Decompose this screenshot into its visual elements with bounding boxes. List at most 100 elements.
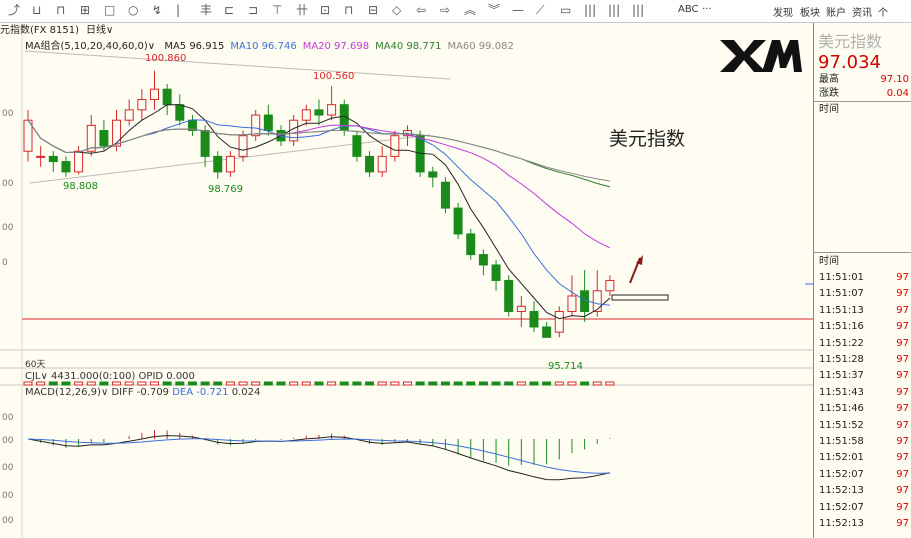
volume-bar (478, 381, 488, 386)
candle-body (175, 104, 185, 121)
volume-bar (428, 381, 438, 386)
circle-icon[interactable]: ○ (128, 3, 138, 17)
time-header: 时间 (819, 256, 839, 267)
ma-value-ma5: MA5 96.915 (164, 41, 225, 52)
macd-axis-label: 00 (2, 436, 14, 446)
candle-body (61, 161, 71, 173)
box-icon[interactable]: ▭ (560, 3, 571, 17)
double-down-icon[interactable]: ︾ (488, 3, 500, 17)
tick-row: 11:51:07 97 (819, 286, 909, 302)
symbol-label[interactable]: 元指数(FX 8151) (0, 25, 79, 37)
time-label: 时间 (819, 104, 839, 115)
candle-body (327, 104, 337, 116)
xm-logo (718, 36, 804, 76)
grid-icon[interactable]: ⊞ (80, 3, 90, 17)
annotation-high2: 100.560 (313, 71, 355, 82)
left-icon[interactable]: ⇦ (416, 3, 426, 17)
macd-legend[interactable]: MACD(12,26,9)∨ DIFF -0.709 DEA -0.721 0.… (25, 387, 260, 399)
bars2-icon[interactable]: ||| (608, 3, 620, 17)
menu-item-0[interactable]: 发现 (773, 4, 793, 19)
volume-bar (592, 381, 602, 386)
volume-bar (516, 381, 526, 386)
diamond-icon[interactable]: ◇ (392, 3, 401, 17)
tick-time: 11:52:13 (819, 518, 864, 529)
ma-value-ma10: MA10 96.746 (230, 41, 297, 52)
rect-icon[interactable]: 卄 (296, 3, 308, 17)
back-icon[interactable]: ⤴ (8, 3, 20, 17)
tick-time: 11:51:16 (819, 321, 864, 333)
pen-icon[interactable]: ⟋ (536, 3, 544, 17)
ma-values: MA5 96.915 MA10 96.746 MA20 97.698 MA40 98.… (158, 41, 514, 52)
days-label: 60天 (25, 360, 46, 370)
channel-icon[interactable]: ⊏ (224, 3, 234, 17)
draw-icon[interactable]: ↯ (152, 3, 162, 17)
tick-time: 11:51:28 (819, 354, 864, 365)
period-selector[interactable]: 日线∨ (86, 25, 113, 37)
tick-value: 97 (896, 452, 909, 464)
panel-title: 美元指数 (818, 32, 883, 51)
menu-item-4[interactable]: 个 (878, 4, 888, 19)
trend-line (24, 50, 451, 80)
tick-row: 11:51:22 97 (819, 336, 909, 352)
menu-item-2[interactable]: 账户 (826, 4, 846, 19)
candle-body (554, 310, 564, 333)
period-text: 日线 (86, 25, 106, 36)
tick-row: 11:51:28 97 (819, 352, 909, 368)
volume-bar (440, 381, 450, 386)
panel-price: 97.034 (818, 52, 881, 73)
tick-value: 97 (896, 337, 909, 349)
bar-icon[interactable]: ⊓ (56, 3, 65, 17)
hline-icon[interactable]: ⊐ (248, 3, 258, 17)
up-icon[interactable]: ⊟ (368, 3, 378, 17)
volume-bar (580, 381, 590, 386)
candle-body (504, 279, 514, 312)
change-value: 0.04 (886, 88, 909, 99)
candle-body (48, 155, 58, 163)
double-up-icon[interactable]: ︽ (464, 3, 476, 17)
ma-value-ma40: MA40 98.771 (375, 41, 442, 52)
square-icon[interactable]: □ (104, 3, 115, 17)
candle-body (314, 109, 324, 116)
candle-icon[interactable]: ⊔ (32, 3, 41, 17)
tick-value: 97 (896, 370, 909, 382)
tick-time: 11:52:13 (819, 485, 864, 497)
tick-time: 11:52:07 (819, 468, 864, 480)
text-icon[interactable]: ⊤ (272, 3, 282, 17)
menu-item-3[interactable]: 资讯 (852, 4, 872, 19)
minus-icon[interactable]: — (512, 3, 524, 17)
bars-icon[interactable]: ||| (584, 3, 596, 17)
volume-legend[interactable]: CJL∨ 4431.000(0:100) OPID 0.000 (25, 371, 195, 383)
ma-legend[interactable]: MA组合(5,10,20,40,60,0)∨ MA5 96.915 MA10 96… (25, 41, 514, 53)
line-icon[interactable]: | (176, 3, 180, 17)
more-button[interactable]: ··· (702, 4, 712, 15)
arrow-icon[interactable]: ⊓ (344, 3, 353, 17)
fib-icon[interactable]: 丰 (200, 3, 212, 17)
candle-body (365, 155, 375, 173)
ellipse-icon[interactable]: ⊡ (320, 3, 330, 17)
candle-body (529, 310, 539, 328)
tick-time: 11:51:13 (819, 304, 864, 316)
candle-body (36, 155, 46, 158)
right-icon[interactable]: ⇨ (440, 3, 450, 17)
time-label-row: 时间 (819, 102, 909, 118)
tick-row: 11:51:52 97 (819, 418, 909, 434)
chart-area[interactable]: 元指数(FX 8151) 日线∨ MA组合(5,10,20,40,60,0)∨ … (0, 23, 813, 538)
abc-button[interactable]: ABC (678, 4, 699, 15)
volume-bar (352, 381, 362, 386)
tick-value: 97 (896, 386, 909, 398)
macd-axis-label: 00 (2, 463, 14, 473)
volume-bar (542, 381, 552, 386)
axis-label: 00 (2, 109, 14, 119)
bars3-icon[interactable]: ||| (632, 3, 644, 17)
tick-row: 11:52:07 97 (819, 467, 909, 483)
menu-item-1[interactable]: 板块 (800, 4, 820, 19)
ma-line (27, 119, 610, 306)
volume-bar (276, 381, 286, 386)
tick-value: 97 (896, 321, 909, 333)
tick-value: 97 (896, 419, 909, 431)
volume-bar (213, 381, 223, 386)
panel-divider (814, 252, 911, 253)
volume-bar (554, 381, 564, 386)
ma-value-ma60: MA60 99.082 (447, 41, 514, 52)
chevron-down-icon: ∨ (106, 25, 114, 36)
